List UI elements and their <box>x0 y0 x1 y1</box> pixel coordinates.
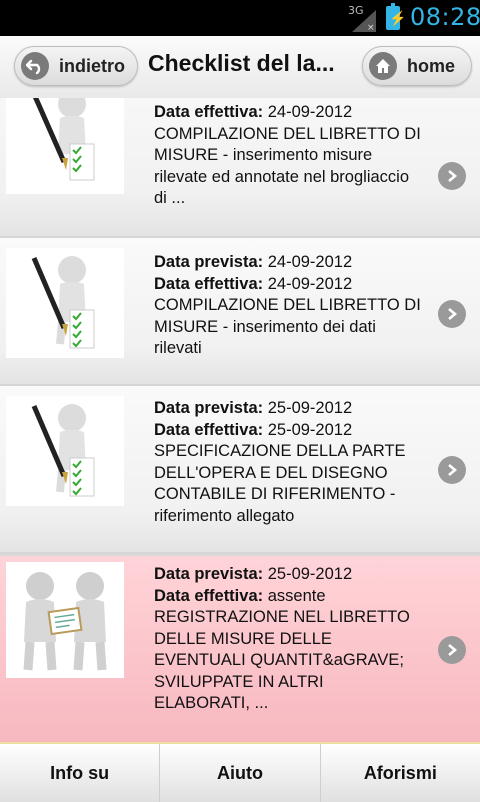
home-button-label: home <box>407 55 456 76</box>
effective-date-label: Data effettiva: <box>154 420 264 439</box>
people-document-icon <box>6 562 124 678</box>
tab-aphorisms[interactable]: Aforismi <box>321 744 480 802</box>
list-item[interactable]: Data prevista: 24-09-2012 Data effettiva… <box>0 238 480 386</box>
chevron-right-icon[interactable] <box>438 456 466 484</box>
planned-date-label: Data prevista: <box>154 399 264 417</box>
status-bar: 3G × ⚡ 08:28 <box>0 0 480 36</box>
effective-date-value: 24-09-2012 <box>267 103 353 121</box>
home-button[interactable]: home <box>362 46 472 86</box>
chevron-right-icon[interactable] <box>438 636 466 664</box>
pen-checklist-icon <box>6 248 124 358</box>
list-item[interactable]: Data effettiva: 24-09-2012 COMPILAZIONE … <box>0 98 480 238</box>
chevron-right-icon[interactable] <box>438 300 466 328</box>
clock: 08:28 <box>410 3 480 31</box>
back-arrow-icon <box>21 52 49 80</box>
pen-checklist-icon <box>6 396 124 506</box>
effective-date-value: 24-09-2012 <box>267 274 353 293</box>
item-description: COMPILAZIONE DEL LIBRETTO DI MISURE - in… <box>154 296 421 357</box>
back-button[interactable]: indietro <box>14 46 138 86</box>
battery-icon: ⚡ <box>386 3 406 30</box>
list-item-selected[interactable]: Data prevista: 25-09-2012 Data effettiva… <box>0 554 480 742</box>
tab-info[interactable]: Info su <box>0 744 161 802</box>
effective-date-label: Data effettiva: <box>154 586 264 605</box>
planned-date-label: Data prevista: <box>154 253 264 271</box>
svg-text:×: × <box>367 23 375 32</box>
pen-checklist-icon <box>6 98 124 194</box>
back-button-label: indietro <box>59 55 125 76</box>
item-description: REGISTRAZIONE NEL LIBRETTO DELLE MISURE … <box>154 608 410 712</box>
item-text: Data prevista: 25-09-2012 Data effettiva… <box>154 398 424 527</box>
tab-help[interactable]: Aiuto <box>160 744 321 802</box>
chevron-right-icon[interactable] <box>438 162 466 190</box>
app-screen: indietro Checklist del la... home Data e… <box>0 36 480 802</box>
footer-tab-bar: Info su Aiuto Aforismi <box>0 742 480 802</box>
effective-date-label: Data effettiva: <box>154 274 264 293</box>
item-text: Data prevista: 25-09-2012 Data effettiva… <box>154 564 424 715</box>
item-description: SPECIFICAZIONE DELLA PARTE DELL'OPERA E … <box>154 442 406 525</box>
planned-date-value: 25-09-2012 <box>267 399 353 417</box>
effective-date-label: Data effettiva: <box>154 103 264 121</box>
planned-date-value: 25-09-2012 <box>267 565 353 583</box>
header-bar: indietro Checklist del la... home <box>0 36 480 99</box>
item-text: Data effettiva: 24-09-2012 COMPILAZIONE … <box>154 102 424 210</box>
list-item[interactable]: Data prevista: 25-09-2012 Data effettiva… <box>0 386 480 554</box>
page-title: Checklist del la... <box>148 50 335 76</box>
planned-date-label: Data prevista: <box>154 565 264 583</box>
signal-icon: × <box>352 10 376 32</box>
effective-date-value: assente <box>267 586 326 605</box>
effective-date-value: 25-09-2012 <box>267 420 353 439</box>
item-description: COMPILAZIONE DEL LIBRETTO DI MISURE - in… <box>154 124 421 208</box>
planned-date-value: 24-09-2012 <box>267 253 353 271</box>
checklist-list: Data effettiva: 24-09-2012 COMPILAZIONE … <box>0 98 480 742</box>
item-text: Data prevista: 24-09-2012 Data effettiva… <box>154 252 424 360</box>
home-icon <box>369 52 397 80</box>
